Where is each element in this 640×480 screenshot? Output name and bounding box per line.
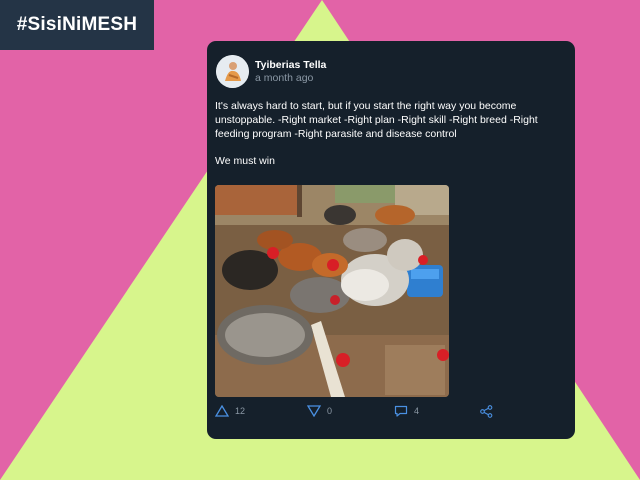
share-button[interactable] bbox=[480, 405, 493, 418]
post-card: Tyiberias Tella a month ago It's always … bbox=[207, 41, 575, 439]
comment-button[interactable]: 4 bbox=[394, 405, 419, 417]
avatar[interactable] bbox=[216, 55, 249, 88]
post-image-chickens[interactable] bbox=[215, 185, 449, 397]
comment-count: 4 bbox=[414, 406, 420, 416]
share-icon bbox=[480, 405, 493, 418]
post-timestamp: a month ago bbox=[255, 72, 314, 84]
author-name[interactable]: Tyiberias Tella bbox=[255, 59, 326, 71]
comment-icon bbox=[394, 405, 408, 417]
hashtag-label: #SisiNiMESH bbox=[0, 0, 154, 50]
post-text: It's always hard to start, but if you st… bbox=[215, 100, 538, 140]
downvote-icon bbox=[307, 405, 321, 417]
downvote-count: 0 bbox=[327, 406, 333, 416]
post-text-secondary: We must win bbox=[215, 155, 275, 167]
upvote-icon bbox=[215, 405, 229, 417]
downvote-button[interactable]: 0 bbox=[307, 405, 332, 417]
upvote-count: 12 bbox=[235, 406, 246, 416]
upvote-button[interactable]: 12 bbox=[215, 405, 245, 417]
